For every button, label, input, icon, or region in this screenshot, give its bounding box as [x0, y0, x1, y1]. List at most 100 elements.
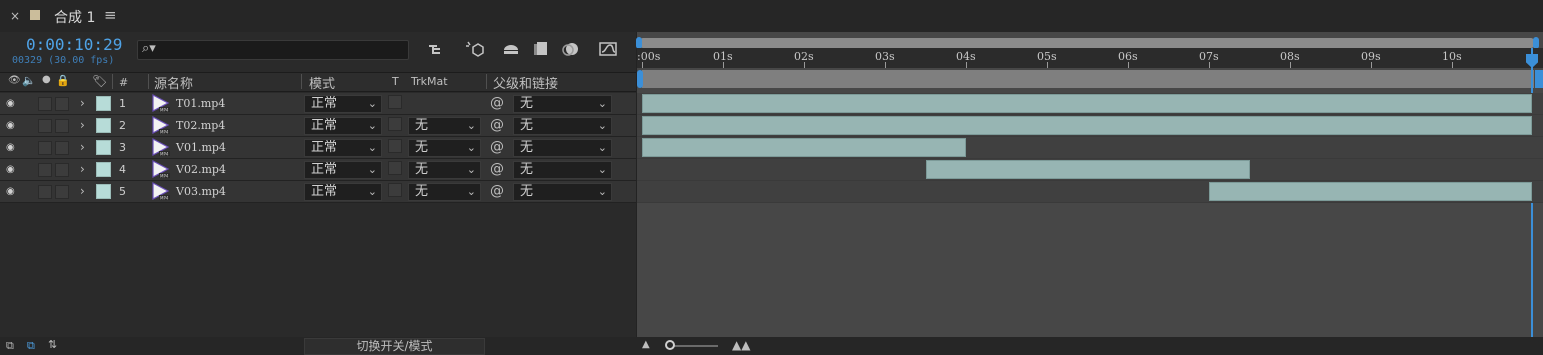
layer-duration-bar[interactable] [642, 116, 1532, 135]
audio-switch[interactable] [38, 185, 52, 199]
blend-mode-dropdown[interactable]: 正常 ⌄ [304, 161, 382, 179]
preserve-transparency-checkbox[interactable] [388, 161, 402, 175]
audio-switch[interactable] [38, 97, 52, 111]
chevron-down-icon: ⌄ [367, 97, 377, 110]
pick-whip-icon[interactable]: @ [490, 117, 504, 133]
label-color-swatch[interactable] [96, 118, 111, 133]
label-color-swatch[interactable] [96, 184, 111, 199]
visibility-eye-icon[interactable]: ◉ [6, 98, 18, 109]
track-matte-dropdown[interactable]: 无 ⌄ [408, 117, 481, 135]
expand-chevron-icon[interactable]: › [80, 140, 85, 154]
pick-whip-icon[interactable]: @ [490, 139, 504, 155]
blend-mode-dropdown[interactable]: 正常 ⌄ [304, 183, 382, 201]
work-area-start-handle[interactable] [637, 70, 643, 88]
zoom-slider-track[interactable] [668, 345, 718, 347]
layer-row[interactable]: ◉ › 4 MP4 V02.mp4 正常 ⌄ 无 ⌄ @ 无 ⌄ [0, 159, 636, 181]
zoom-out-icon[interactable]: ▲ [642, 339, 650, 350]
label-color-swatch[interactable] [96, 96, 111, 111]
parent-dropdown[interactable]: 无 ⌄ [513, 117, 612, 135]
layer-duration-bar[interactable] [1209, 182, 1532, 201]
expand-chevron-icon[interactable]: › [80, 118, 85, 132]
panel-menu-icon[interactable]: ≡ [104, 6, 117, 24]
layer-name[interactable]: V02.mp4 [176, 163, 226, 176]
preserve-transparency-checkbox[interactable] [388, 183, 402, 197]
blend-mode-dropdown[interactable]: 正常 ⌄ [304, 95, 382, 113]
visibility-eye-icon[interactable]: ◉ [6, 186, 18, 197]
layer-row[interactable]: ◉ › 1 MP4 T01.mp4 正常 ⌄ @ 无 ⌄ [0, 93, 636, 115]
video-file-icon: MP4 [152, 182, 170, 201]
layer-switches-toggle-icon[interactable]: ⧉ [6, 339, 14, 353]
work-area-end-handle[interactable] [1535, 70, 1543, 88]
video-file-icon: MP4 [152, 116, 170, 135]
search-icon[interactable]: ⌕▾ [142, 41, 156, 56]
preserve-transparency-checkbox[interactable] [388, 139, 402, 153]
parent-dropdown[interactable]: 无 ⌄ [513, 161, 612, 179]
blend-mode-dropdown[interactable]: 正常 ⌄ [304, 117, 382, 135]
frame-blending-icon[interactable] [530, 40, 552, 60]
lock-switch[interactable] [55, 185, 69, 199]
preserve-transparency-checkbox[interactable] [388, 95, 402, 109]
audio-switch[interactable] [38, 141, 52, 155]
comp-flowchart-icon[interactable] [426, 40, 448, 60]
blend-mode-dropdown[interactable]: 正常 ⌄ [304, 139, 382, 157]
layer-row[interactable]: ◉ › 5 MP4 V03.mp4 正常 ⌄ 无 ⌄ @ 无 ⌄ [0, 181, 636, 203]
source-name-header[interactable]: 源名称 [154, 73, 193, 92]
current-timecode[interactable]: 0:00:10:29 [26, 35, 122, 54]
zoom-in-icon[interactable]: ▲▲ [732, 338, 750, 352]
expand-chevron-icon[interactable]: › [80, 184, 85, 198]
layer-name[interactable]: V03.mp4 [176, 185, 226, 198]
parent-value: 无 [520, 140, 534, 155]
parent-dropdown[interactable]: 无 ⌄ [513, 183, 612, 201]
chevron-down-icon: ⌄ [597, 119, 607, 132]
lock-switch[interactable] [55, 119, 69, 133]
track-matte-dropdown[interactable]: 无 ⌄ [408, 161, 481, 179]
label-color-swatch[interactable] [96, 140, 111, 155]
expand-chevron-icon[interactable]: › [80, 96, 85, 110]
preserve-transparency-checkbox[interactable] [388, 117, 402, 131]
transfer-controls-toggle-icon[interactable]: ⧉ [27, 339, 35, 353]
audio-switch[interactable] [38, 119, 52, 133]
pick-whip-icon[interactable]: @ [490, 183, 504, 199]
parent-dropdown[interactable]: 无 ⌄ [513, 139, 612, 157]
layer-row[interactable]: ◉ › 3 MP4 V01.mp4 正常 ⌄ 无 ⌄ @ 无 ⌄ [0, 137, 636, 159]
lock-switch[interactable] [55, 163, 69, 177]
visibility-eye-icon[interactable]: ◉ [6, 120, 18, 131]
zoom-slider-handle[interactable] [665, 340, 675, 350]
layer-row[interactable]: ◉ › 2 MP4 T02.mp4 正常 ⌄ 无 ⌄ @ 无 ⌄ [0, 115, 636, 137]
toggle-switches-modes-button[interactable]: 切换开关/模式 [304, 338, 485, 355]
parent-dropdown[interactable]: 无 ⌄ [513, 95, 612, 113]
label-color-swatch[interactable] [96, 162, 111, 177]
time-ruler[interactable] [637, 48, 1543, 68]
close-tab-icon[interactable]: × [10, 9, 20, 23]
layer-duration-bar[interactable] [925, 160, 1250, 179]
trkmat-header[interactable]: TrkMat [411, 75, 448, 88]
layer-name[interactable]: V01.mp4 [176, 141, 226, 154]
pick-whip-icon[interactable]: @ [490, 161, 504, 177]
lock-switch[interactable] [55, 97, 69, 111]
audio-switch[interactable] [38, 163, 52, 177]
pick-whip-icon[interactable]: @ [490, 95, 504, 111]
parent-value: 无 [520, 96, 534, 111]
track-matte-dropdown[interactable]: 无 ⌄ [408, 183, 481, 201]
layer-name[interactable]: T01.mp4 [176, 97, 225, 110]
graph-editor-icon[interactable] [597, 40, 619, 60]
layer-duration-bar[interactable] [642, 138, 966, 157]
draft-3d-icon[interactable] [464, 40, 486, 60]
lock-switch[interactable] [55, 141, 69, 155]
layer-name[interactable]: T02.mp4 [176, 119, 225, 132]
chevron-down-icon: ⌄ [597, 141, 607, 154]
tab-title[interactable]: 合成 1 [54, 7, 95, 27]
search-input[interactable] [137, 40, 409, 60]
motion-blur-icon[interactable] [560, 40, 582, 60]
in-out-toggle-icon[interactable]: ⇅ [48, 338, 57, 351]
shy-layers-icon[interactable] [500, 40, 522, 60]
expand-chevron-icon[interactable]: › [80, 162, 85, 176]
parent-header[interactable]: 父级和链接 [493, 73, 558, 92]
time-navigator[interactable] [640, 38, 1534, 48]
layer-duration-bar[interactable] [642, 94, 1532, 113]
mode-header[interactable]: 模式 [309, 73, 335, 92]
visibility-eye-icon[interactable]: ◉ [6, 164, 18, 175]
work-area-bar[interactable] [642, 70, 1534, 88]
visibility-eye-icon[interactable]: ◉ [6, 142, 18, 153]
track-matte-dropdown[interactable]: 无 ⌄ [408, 139, 481, 157]
